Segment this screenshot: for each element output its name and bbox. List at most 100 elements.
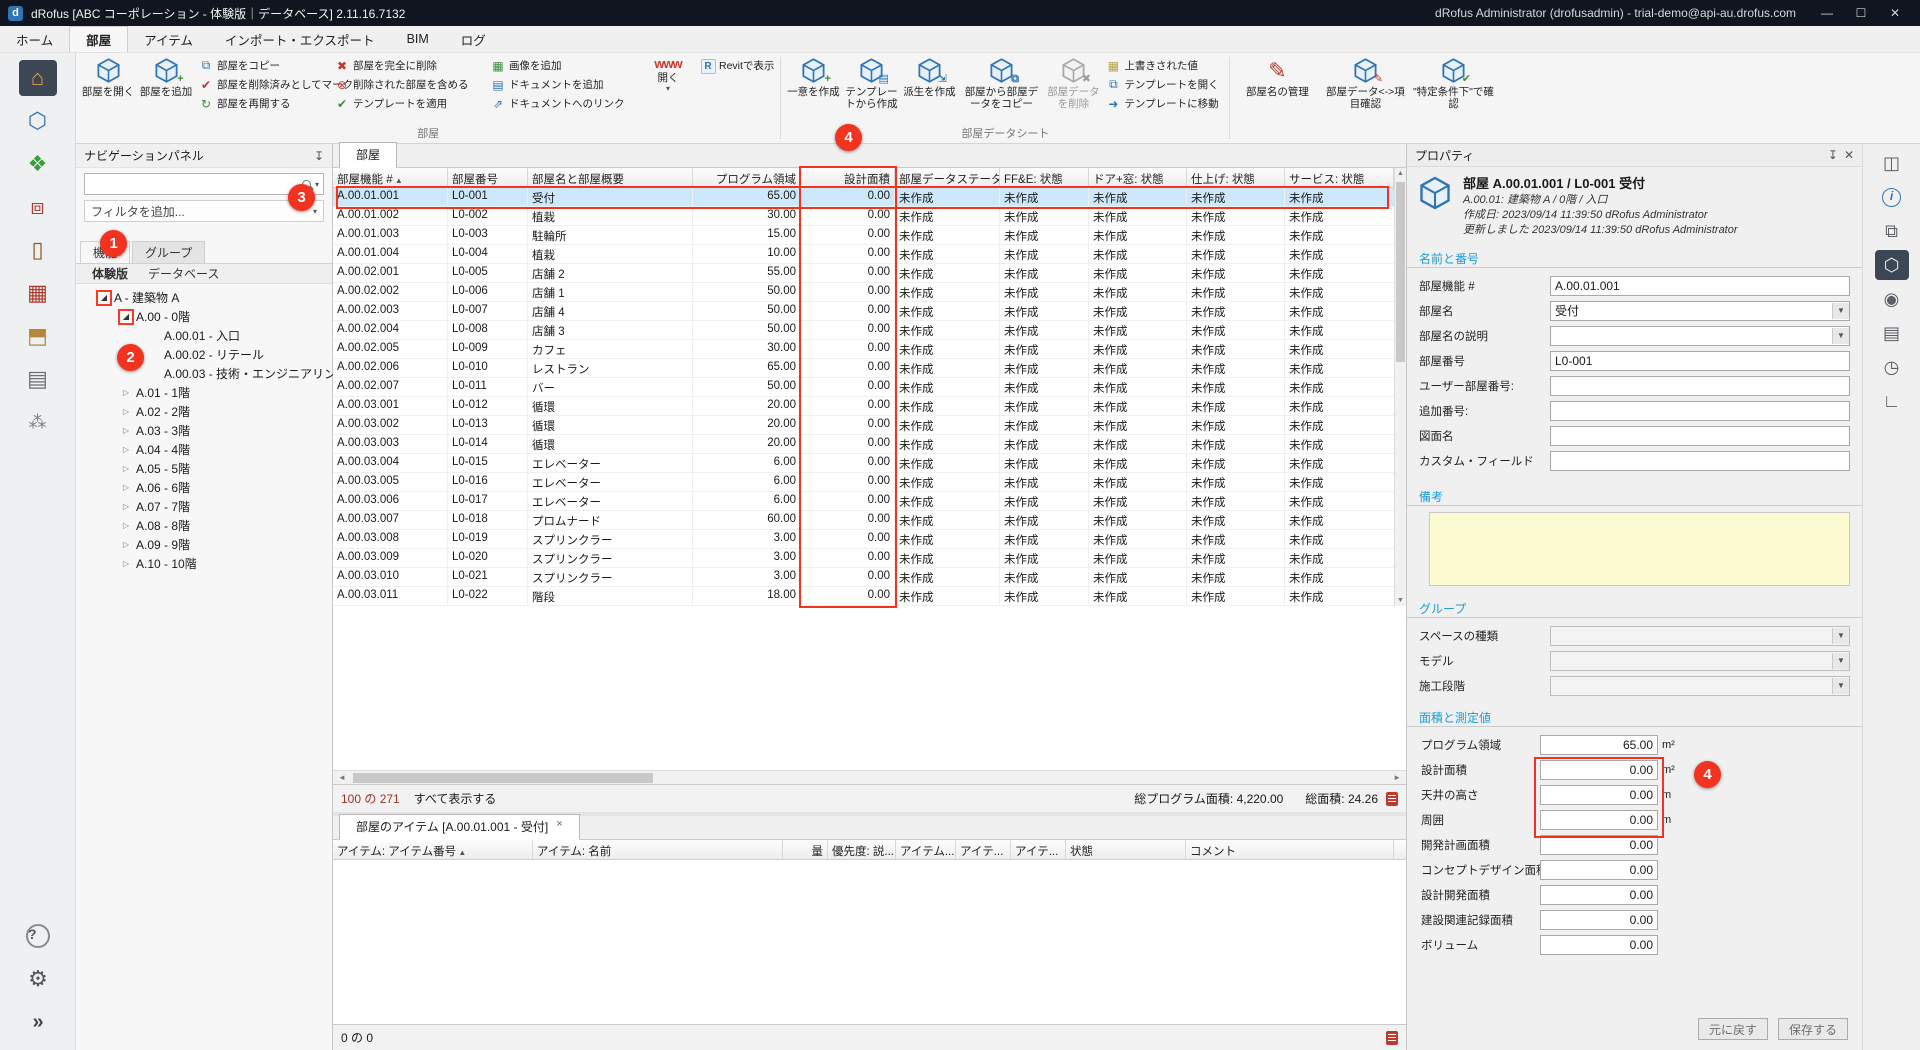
table-row[interactable]: A.00.01.001L0-001 受付65.00 0.00未作成 未作成未作成… — [333, 188, 1406, 207]
maximize-button[interactable]: ☐ — [1844, 0, 1878, 26]
log-book-icon[interactable] — [1386, 792, 1398, 806]
add-filter-dropdown[interactable]: フィルタを追加... ▾ — [84, 200, 324, 222]
tree-expander-icon[interactable] — [120, 311, 132, 323]
table-row[interactable]: A.00.03.003L0-014 循環20.00 0.00未作成 未作成未作成… — [333, 435, 1406, 454]
menu-tab[interactable]: インポート・エクスポート — [209, 26, 391, 52]
tree-item[interactable]: A.10 - 10階 — [76, 554, 332, 573]
tree-expander-icon[interactable] — [120, 520, 132, 532]
close-tab-icon[interactable]: × — [556, 818, 562, 835]
ribbon-small-button[interactable]: 部屋を完全に削除 — [334, 56, 484, 75]
room-function-input[interactable]: A.00.01.001 — [1550, 276, 1850, 296]
tree-item[interactable]: A.03 - 3階 — [76, 421, 332, 440]
area-value-input[interactable]: 65.00 — [1540, 735, 1658, 755]
column-header[interactable]: 部屋機能 # — [333, 168, 448, 187]
table-row[interactable]: A.00.02.006L0-010 レストラン65.00 0.00未作成 未作成… — [333, 359, 1406, 378]
tree-expander-icon[interactable] — [120, 482, 132, 494]
ribbon-small-button[interactable]: テンプレートを適用 — [334, 94, 484, 113]
tree-expander-icon[interactable] — [120, 387, 132, 399]
custom-field-input[interactable] — [1550, 451, 1850, 471]
column-header[interactable]: アイテム: アイテム番号 — [333, 840, 533, 859]
menu-tab[interactable]: アイテム — [128, 26, 209, 52]
check-under-conditions-button[interactable]: ✔ "特定条件下"で確認 — [1409, 54, 1497, 110]
table-row[interactable]: A.00.02.001L0-005 店舗 255.00 0.00未作成 未作成未… — [333, 264, 1406, 283]
open-room-button[interactable]: 部屋を開く — [79, 54, 137, 98]
doors-module-icon[interactable] — [19, 232, 57, 268]
table-row[interactable]: A.00.03.011L0-022 階段18.00 0.00未作成 未作成未作成… — [333, 587, 1406, 606]
table-row[interactable]: A.00.03.004L0-015 エレベーター6.00 0.00未作成 未作成… — [333, 454, 1406, 473]
table-row[interactable]: A.00.01.002L0-002 植栽30.00 0.00未作成 未作成未作成… — [333, 207, 1406, 226]
undo-button[interactable]: 元に戻す — [1698, 1018, 1768, 1040]
table-row[interactable]: A.00.03.006L0-017 エレベーター6.00 0.00未作成 未作成… — [333, 492, 1406, 511]
ribbon-small-button[interactable]: ドキュメントへのリンク — [490, 94, 636, 113]
room-items-document-tab[interactable]: 部屋のアイテム [A.00.01.001 - 受付] × — [339, 814, 580, 840]
items-module-icon[interactable] — [19, 146, 57, 182]
close-button[interactable]: ✕ — [1878, 0, 1912, 26]
table-row[interactable]: A.00.03.007L0-018 プロムナード60.00 0.00未作成 未作… — [333, 511, 1406, 530]
documents-module-icon[interactable] — [19, 361, 57, 397]
tree-item[interactable]: A.00 - 0階 — [76, 307, 332, 326]
tree-expander-icon[interactable] — [120, 425, 132, 437]
ribbon-large-button[interactable]: 部屋から部屋データをコピー — [958, 54, 1044, 110]
area-value-input[interactable]: 0.00 — [1540, 860, 1658, 880]
tree-item[interactable]: A.04 - 4階 — [76, 440, 332, 459]
tree-expander-icon[interactable] — [120, 539, 132, 551]
tree-expander-icon[interactable] — [120, 558, 132, 570]
ribbon-small-button[interactable]: テンプレートを開く — [1105, 75, 1223, 94]
scroll-down-icon[interactable]: ▼ — [1395, 597, 1406, 604]
table-row[interactable]: A.00.02.002L0-006 店舗 150.00 0.00未作成 未作成未… — [333, 283, 1406, 302]
table-row[interactable]: A.00.01.004L0-004 植栽10.00 0.00未作成 未作成未作成… — [333, 245, 1406, 264]
column-header[interactable]: アイテム: 名前 — [533, 840, 783, 859]
scrollbar-thumb[interactable] — [353, 773, 653, 783]
ribbon-small-button[interactable]: 部屋を削除済みとしてマーク — [198, 75, 328, 94]
ribbon-large-button[interactable]: 派生を作成 — [900, 54, 958, 98]
scroll-left-icon[interactable]: ◄ — [335, 773, 349, 782]
column-header[interactable]: 状態 — [1066, 840, 1186, 859]
additional-number-input[interactable] — [1550, 401, 1850, 421]
ribbon-small-button[interactable]: ドキュメントを追加 — [490, 75, 636, 94]
home-module-icon[interactable] — [19, 60, 57, 96]
systems-module-icon[interactable] — [19, 404, 57, 440]
building-module-icon[interactable] — [19, 275, 57, 311]
minimize-button[interactable]: — — [1810, 0, 1844, 26]
tree-item[interactable]: A.06 - 6階 — [76, 478, 332, 497]
ribbon-small-button[interactable]: 画像を追加 — [490, 56, 636, 75]
tree-expander-icon[interactable] — [120, 444, 132, 456]
table-row[interactable]: A.00.03.008L0-019 スプリンクラー3.00 0.00未作成 未作… — [333, 530, 1406, 549]
column-header[interactable]: ドア+窓: 状態 — [1089, 168, 1187, 187]
search-icon[interactable] — [302, 180, 311, 189]
ribbon-small-button[interactable]: 部屋をコピー — [198, 56, 328, 75]
ribbon-small-button[interactable]: 上書きされた値 — [1105, 56, 1223, 75]
table-row[interactable]: A.00.02.004L0-008 店舗 350.00 0.00未作成 未作成未… — [333, 321, 1406, 340]
ribbon-small-button[interactable]: テンプレートに移動 — [1105, 94, 1223, 113]
www-open-button[interactable]: www 開く ▾ — [639, 54, 697, 93]
tab-function[interactable]: 機能 — [80, 241, 130, 263]
documents-icon[interactable] — [1875, 216, 1909, 246]
package-module-icon[interactable] — [19, 318, 57, 354]
pin-icon[interactable]: ↧ — [314, 149, 324, 163]
column-header[interactable]: アイテム... — [896, 840, 956, 859]
help-icon[interactable] — [19, 918, 57, 954]
menu-tab[interactable]: ログ — [445, 26, 502, 52]
rooms-module-icon[interactable] — [19, 103, 57, 139]
settings-icon[interactable] — [19, 961, 57, 997]
search-input[interactable] — [89, 177, 298, 191]
room-name-desc-select[interactable]: ▼ — [1550, 326, 1850, 346]
tab-group[interactable]: グループ — [132, 241, 205, 263]
rooms-document-tab[interactable]: 部屋 — [339, 142, 397, 168]
table-row[interactable]: A.00.02.003L0-007 店舗 450.00 0.00未作成 未作成未… — [333, 302, 1406, 321]
ribbon-small-button[interactable]: 削除された部屋を含める — [334, 75, 484, 94]
chevron-down-icon[interactable]: ▾ — [315, 180, 319, 189]
column-header[interactable]: サービス: 状態 — [1285, 168, 1394, 187]
column-header[interactable]: 量 — [783, 840, 828, 859]
table-row[interactable]: A.00.01.003L0-003 駐輪所15.00 0.00未作成 未作成未作… — [333, 226, 1406, 245]
pin-icon[interactable]: ↧ — [1828, 148, 1838, 162]
tree-item[interactable]: A.08 - 8階 — [76, 516, 332, 535]
column-header[interactable]: プログラム領域 — [693, 168, 801, 187]
area-value-input[interactable]: 0.00 — [1540, 760, 1658, 780]
history-icon[interactable] — [1875, 352, 1909, 382]
tab-database[interactable]: データベース — [138, 265, 229, 282]
area-value-input[interactable]: 0.00 — [1540, 910, 1658, 930]
table-row[interactable]: A.00.03.001L0-012 循環20.00 0.00未作成 未作成未作成… — [333, 397, 1406, 416]
notes-textarea[interactable] — [1429, 512, 1850, 586]
column-header[interactable]: アイテ... — [1011, 840, 1066, 859]
